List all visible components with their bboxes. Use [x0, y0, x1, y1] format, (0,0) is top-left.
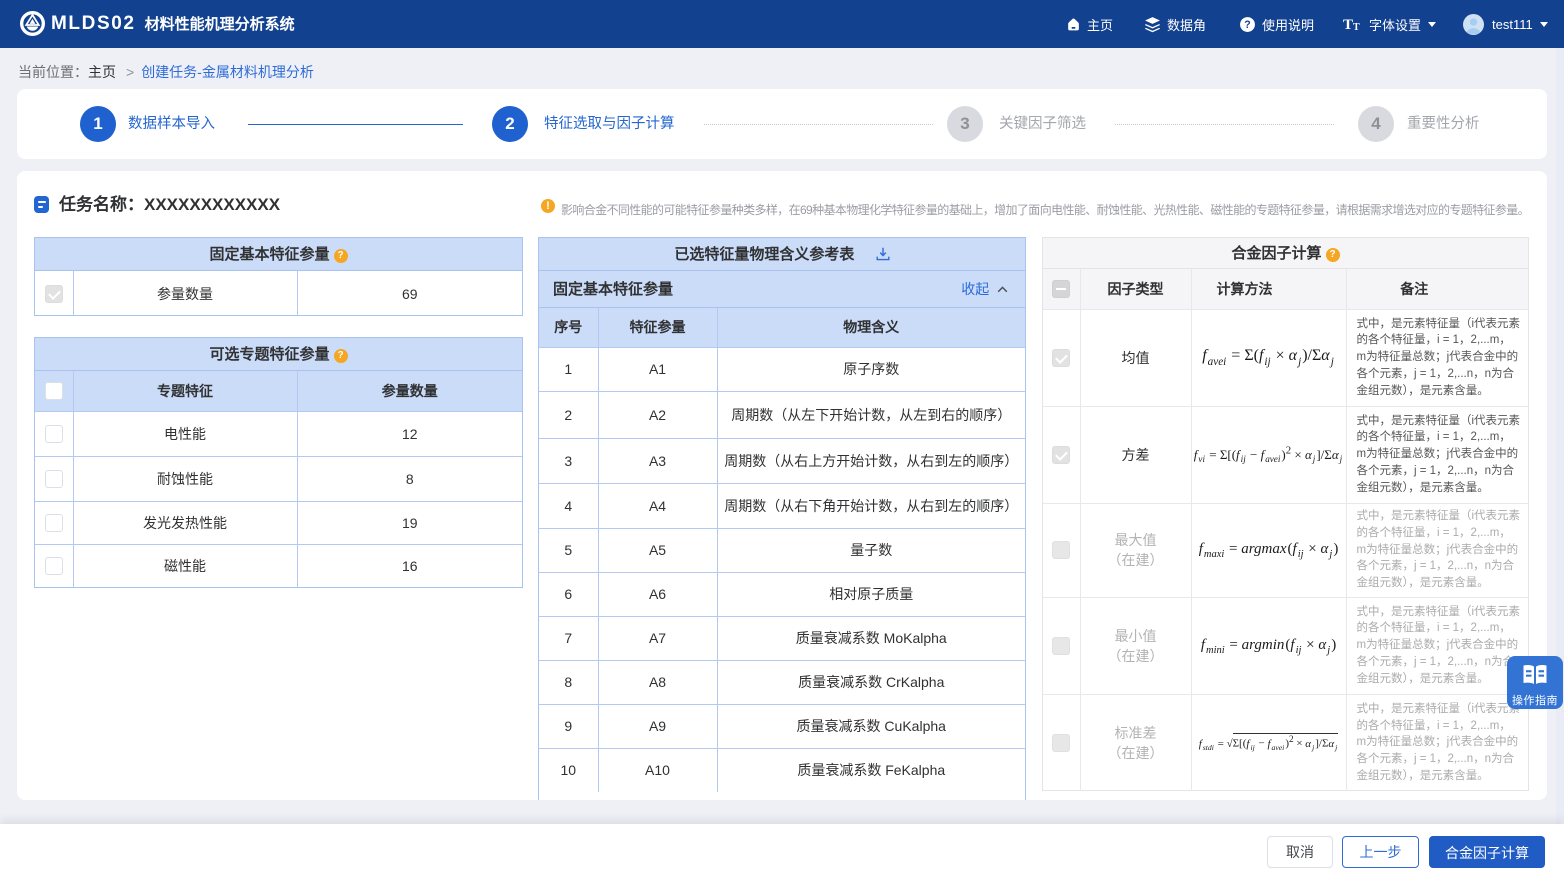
svg-text:?: ? — [1244, 19, 1250, 31]
svg-text:T: T — [1343, 17, 1353, 33]
svg-text:T: T — [1353, 22, 1360, 33]
